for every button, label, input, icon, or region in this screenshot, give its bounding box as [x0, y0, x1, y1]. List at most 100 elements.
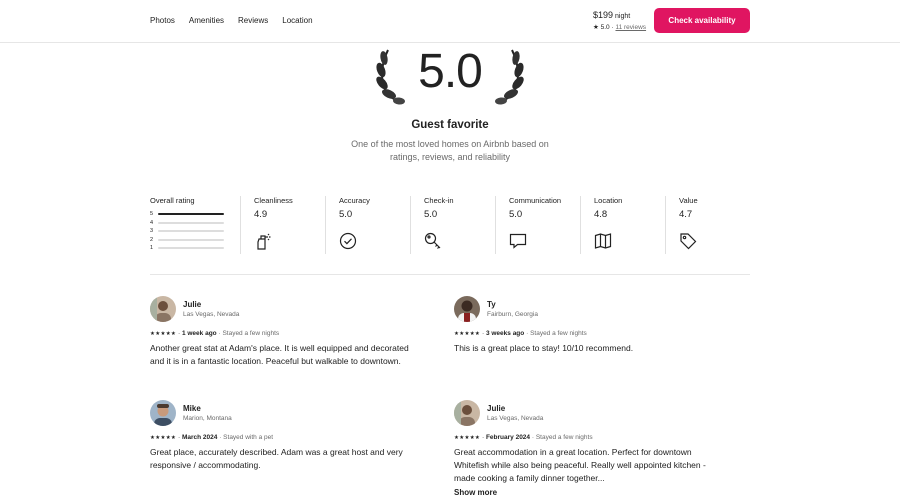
review-meta: ★★★★★ · 1 week ago · Stayed a few nights — [150, 330, 410, 337]
rating-bars: 54 32 1 — [150, 210, 240, 253]
rating-bar-row: 2 — [150, 236, 240, 245]
nav-amenities[interactable]: Amenities — [189, 16, 224, 25]
review-stars: ★★★★★ — [150, 435, 177, 441]
category-value: 5.0 — [509, 209, 523, 220]
rating-bar-star-label: 1 — [150, 245, 154, 252]
review-text: Another great stat at Adam's place. It i… — [150, 343, 409, 366]
overall-rating-label: Overall rating — [150, 196, 195, 205]
category-value: 4.8 — [594, 209, 608, 220]
review-text: Great place, accurately described. Adam … — [150, 447, 403, 470]
review-meta: ★★★★★ · March 2024 · Stayed with a pet — [150, 434, 410, 441]
avatar[interactable] — [150, 400, 176, 426]
category-name: Cleanliness — [254, 196, 293, 205]
review-date: March 2024 — [181, 434, 218, 441]
reviewer-name: Julie — [487, 404, 506, 413]
price-summary: $199 night ★ 5.0 · 11 reviews — [593, 10, 646, 31]
rating-bar-row: 4 — [150, 219, 240, 228]
review-date: 3 weeks ago — [485, 330, 525, 337]
review-stars: ★★★★★ — [150, 331, 177, 337]
guest-favorite-subtitle: One of the most loved homes on Airbnb ba… — [351, 139, 549, 162]
section-divider — [150, 274, 750, 275]
price-tag-icon — [680, 233, 697, 250]
rating-bar-track — [158, 230, 224, 233]
stay-type: Stayed a few nights — [535, 434, 593, 441]
nav-photos[interactable]: Photos — [150, 16, 175, 25]
reviewer-location: Las Vegas, Nevada — [183, 311, 240, 318]
rating-bar-track — [158, 238, 224, 241]
rating-bar-row: 3 — [150, 227, 240, 236]
rating-bar-row: 1 — [150, 244, 240, 253]
category-value: 4.9 — [254, 209, 268, 220]
reviewer-location: Las Vegas, Nevada — [487, 415, 544, 422]
review-date: February 2024 — [485, 434, 531, 441]
review-card: Ty Fairburn, Georgia ★★★★★ · 3 weeks ago… — [454, 296, 714, 355]
rating-bar-star-label: 2 — [150, 236, 154, 243]
meta-separator: · — [481, 330, 485, 337]
category-name: Communication — [509, 196, 562, 205]
rating-bar-star-label: 3 — [150, 228, 154, 235]
category-name: Value — [679, 196, 698, 205]
review-card: Julie Las Vegas, Nevada ★★★★★ · 1 week a… — [150, 296, 410, 368]
review-date: 1 week ago — [181, 330, 217, 337]
rating-bar-star-label: 5 — [150, 211, 154, 218]
show-more-link[interactable]: Show more — [454, 488, 497, 496]
review-text: This is a great place to stay! 10/10 rec… — [454, 343, 634, 353]
category-value: Value 4.7 — [665, 196, 698, 254]
category-location: Location 4.8 — [580, 196, 622, 254]
meta-separator: · — [481, 434, 485, 441]
stay-type: Stayed a few nights — [530, 330, 587, 337]
meta-separator: · — [219, 434, 222, 441]
sticky-header: Photos Amenities Reviews Location $199 ni… — [0, 0, 900, 43]
category-ratings: Overall rating 54 32 1 Cleanliness 4.9 Acc… — [150, 196, 750, 254]
category-name: Check-in — [424, 196, 454, 205]
reviewer-location: Fairburn, Georgia — [487, 311, 538, 318]
guest-favorite-title: Guest favorite — [411, 119, 489, 131]
nav-location[interactable]: Location — [282, 16, 312, 25]
meta-separator: · — [177, 330, 181, 337]
avatar[interactable] — [454, 400, 480, 426]
review-card: Julie Las Vegas, Nevada ★★★★★ · February… — [454, 400, 714, 485]
review-card: Mike Marion, Montana ★★★★★ · March 2024 … — [150, 400, 410, 472]
rating-bar-fill — [158, 213, 224, 216]
category-name: Accuracy — [339, 196, 370, 205]
rating-bar-track — [158, 221, 224, 224]
check-availability-button[interactable]: Check availability — [654, 8, 750, 33]
rating-bar-track — [158, 247, 224, 250]
nav-reviews[interactable]: Reviews — [238, 16, 268, 25]
meta-separator: · — [526, 330, 529, 337]
review-meta: ★★★★★ · 3 weeks ago · Stayed a few night… — [454, 330, 714, 337]
meta-separator: · — [531, 434, 535, 441]
category-value: 4.7 — [679, 209, 693, 220]
category-check-in: Check-in 5.0 — [410, 196, 454, 254]
section-nav: Photos Amenities Reviews Location — [150, 16, 313, 25]
stay-type: Stayed with a pet — [223, 434, 274, 441]
reviewer-name: Julie — [183, 300, 202, 309]
stay-type: Stayed a few nights — [222, 330, 280, 337]
header-rating: ★ 5.0 — [593, 24, 610, 31]
category-communication: Communication 5.0 — [495, 196, 561, 254]
reviews-link[interactable]: 11 reviews — [615, 24, 646, 31]
rating-bar-track — [158, 213, 224, 216]
guest-favorite-badge: 5.0 — [374, 40, 526, 106]
header-separator: · — [611, 24, 614, 31]
laurel-right-icon — [495, 49, 524, 105]
meta-separator: · — [218, 330, 221, 337]
overall-rating-distribution: Overall rating 54 32 1 — [150, 196, 240, 253]
chat-bubble-icon — [509, 233, 527, 249]
price-unit: night — [615, 13, 631, 20]
reviewer-name: Mike — [183, 404, 201, 413]
nightly-price: $199 — [593, 10, 614, 20]
avatar[interactable] — [454, 296, 480, 322]
avatar[interactable] — [150, 296, 176, 322]
review-text: Great accommodation in a great location.… — [454, 447, 706, 483]
map-icon — [594, 233, 612, 249]
reviewer-location: Marion, Montana — [183, 415, 232, 422]
spray-bottle-icon — [257, 233, 271, 250]
rating-bar-row: 5 — [150, 210, 240, 219]
review-meta: ★★★★★ · February 2024 · Stayed a few nig… — [454, 434, 714, 441]
category-value: 5.0 — [424, 209, 438, 220]
category-name: Location — [594, 196, 623, 205]
reviewer-name: Ty — [487, 300, 496, 309]
category-value: 5.0 — [339, 209, 353, 220]
review-stars: ★★★★★ — [454, 435, 481, 441]
